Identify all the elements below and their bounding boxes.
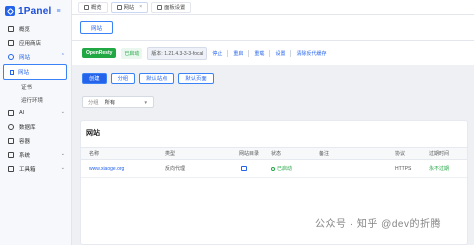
select-label: 分组 — [88, 100, 99, 106]
page-icon — [10, 69, 14, 75]
tab-label: 面板设置 — [164, 5, 186, 11]
tab-website[interactable]: 网站 × — [110, 1, 149, 13]
filter-bar: 分组 所有 ▼ — [72, 90, 474, 114]
group-button[interactable]: 分组 — [110, 72, 136, 84]
tab-label: 网站 — [123, 5, 135, 11]
card-title: 网站 — [86, 130, 100, 137]
chevron-down-icon: ⌄ — [60, 109, 65, 115]
home-icon — [84, 4, 89, 10]
app-badge: OpenResty — [82, 48, 117, 58]
collapse-icon[interactable]: ≡ — [56, 8, 60, 15]
status-dot-icon — [271, 166, 275, 171]
clear-proxy-cache-button[interactable]: 清除反代缓存 — [296, 50, 326, 57]
sidebar-item-appstore[interactable]: 应用商店 — [0, 36, 71, 50]
chevron-down-icon: ▼ — [143, 99, 148, 105]
ai-icon — [8, 110, 14, 116]
column-header: 类型 — [165, 151, 176, 157]
tab-panel-settings[interactable]: 面板设置 — [151, 1, 192, 13]
default-page-button[interactable]: 默认页面 — [178, 72, 214, 84]
sidebar: 1Panel ≡ 概览 应用商店 网站 ⌃ 网站 证书 运行环境 AI ⌄ 数据… — [0, 0, 72, 245]
create-button[interactable]: 创建 — [82, 72, 107, 84]
default-site-button[interactable]: 默认站点 — [139, 72, 175, 84]
sidebar-item-label: 应用商店 — [19, 41, 42, 47]
container-icon — [8, 138, 14, 144]
chevron-down-icon: ⌄ — [60, 151, 65, 157]
site-name-link[interactable]: www.xiaoge.org — [89, 160, 124, 177]
sidebar-item-label: 数据库 — [19, 125, 36, 131]
sidebar-item-runtime[interactable]: 运行环境 — [0, 93, 71, 106]
globe-icon — [8, 54, 14, 60]
store-icon — [8, 40, 14, 46]
select-value: 所有 — [104, 100, 116, 106]
restart-button[interactable]: 重启 — [233, 50, 243, 57]
table-row: www.xiaoge.org 反向代理 已启动 HTTPS 永不过期 — [81, 160, 467, 178]
group-select[interactable]: 分组 所有 ▼ — [82, 96, 154, 108]
tab-label: 概览 — [91, 5, 102, 11]
column-header[interactable]: 过期时间 — [429, 148, 449, 159]
settings-button[interactable]: 设置 — [275, 50, 285, 57]
sidebar-item-label: 运行环境 — [21, 97, 44, 104]
site-expiry[interactable]: 永不过期 — [429, 160, 449, 177]
settings-icon — [157, 4, 163, 10]
tab-websites[interactable]: 网站 — [80, 21, 114, 34]
status-badge: 已启动 — [121, 47, 143, 59]
top-tab-bar: 概览 网站 × 面板设置 — [72, 0, 474, 15]
sidebar-item-label: 概览 — [19, 27, 31, 33]
status-text: 已启动 — [277, 166, 293, 172]
globe-icon — [116, 4, 122, 10]
version-badge: 版本: 1.21.4.3-3-3-focal — [147, 46, 208, 60]
divider — [227, 49, 229, 57]
toolbox-icon — [8, 166, 14, 172]
reload-button[interactable]: 重载 — [254, 50, 264, 57]
site-status[interactable]: 已启动 — [271, 160, 292, 177]
database-icon — [8, 124, 14, 130]
website-table: 名称 类型 网站目录 状态 备注 协议 过期时间 www.xiaoge.org … — [81, 147, 467, 178]
sidebar-item-label: AI — [19, 110, 25, 116]
chevron-up-icon: ⌃ — [60, 53, 65, 59]
sidebar-item-database[interactable]: 数据库 — [0, 120, 71, 134]
tab-overview[interactable]: 概览 — [78, 1, 108, 13]
divider — [248, 49, 250, 57]
sidebar-item-overview[interactable]: 概览 — [0, 22, 71, 36]
home-icon — [8, 26, 14, 32]
sidebar-item-ai[interactable]: AI ⌄ — [0, 106, 71, 120]
watermark: 公众号 · 知乎 @dev的折腾 — [315, 219, 441, 230]
system-icon — [8, 152, 14, 158]
sidebar-item-label: 系统 — [19, 153, 31, 159]
sidebar-item-label: 网站 — [18, 70, 30, 76]
action-bar: 创建 分组 默认站点 默认页面 — [72, 68, 474, 88]
folder-icon — [241, 166, 247, 171]
site-directory[interactable] — [241, 160, 247, 177]
logo-icon — [5, 6, 15, 16]
sidebar-item-label: 容器 — [19, 139, 31, 145]
brand-name: 1Panel — [18, 5, 52, 17]
site-protocol: HTTPS — [395, 165, 412, 172]
chevron-down-icon: ⌄ — [60, 165, 65, 171]
sidebar-item-container[interactable]: 容器 — [0, 134, 71, 148]
sidebar-item-label: 工具箱 — [19, 167, 36, 173]
sidebar-item-label: 网站 — [19, 55, 31, 61]
sidebar-item-certificates[interactable]: 证书 — [0, 80, 71, 93]
sidebar-item-website-group[interactable]: 网站 ⌃ — [0, 50, 71, 64]
section-tabs: 网站 — [72, 15, 474, 41]
sidebar-item-websites[interactable]: 网站 — [3, 64, 67, 80]
table-header: 名称 类型 网站目录 状态 备注 协议 过期时间 — [81, 147, 467, 160]
sidebar-item-label: 证书 — [21, 84, 33, 91]
sidebar-item-toolbox[interactable]: 工具箱 ⌄ — [0, 162, 71, 176]
divider — [269, 49, 271, 57]
divider — [290, 49, 292, 57]
column-header: 状态 — [271, 151, 282, 157]
close-icon[interactable]: × — [139, 4, 142, 10]
stop-button[interactable]: 停止 — [212, 50, 222, 57]
openresty-status-bar: OpenResty 已启动 版本: 1.21.4.3-3-3-focal 停止 … — [72, 41, 474, 65]
column-header[interactable]: 名称 — [89, 148, 99, 159]
site-type: 反向代理 — [165, 166, 186, 172]
sidebar-item-system[interactable]: 系统 ⌄ — [0, 148, 71, 162]
column-header: 备注 — [319, 151, 330, 157]
brand-logo[interactable]: 1Panel ≡ — [0, 0, 71, 22]
column-header: 网站目录 — [239, 151, 260, 157]
column-header: 协议 — [395, 151, 406, 157]
